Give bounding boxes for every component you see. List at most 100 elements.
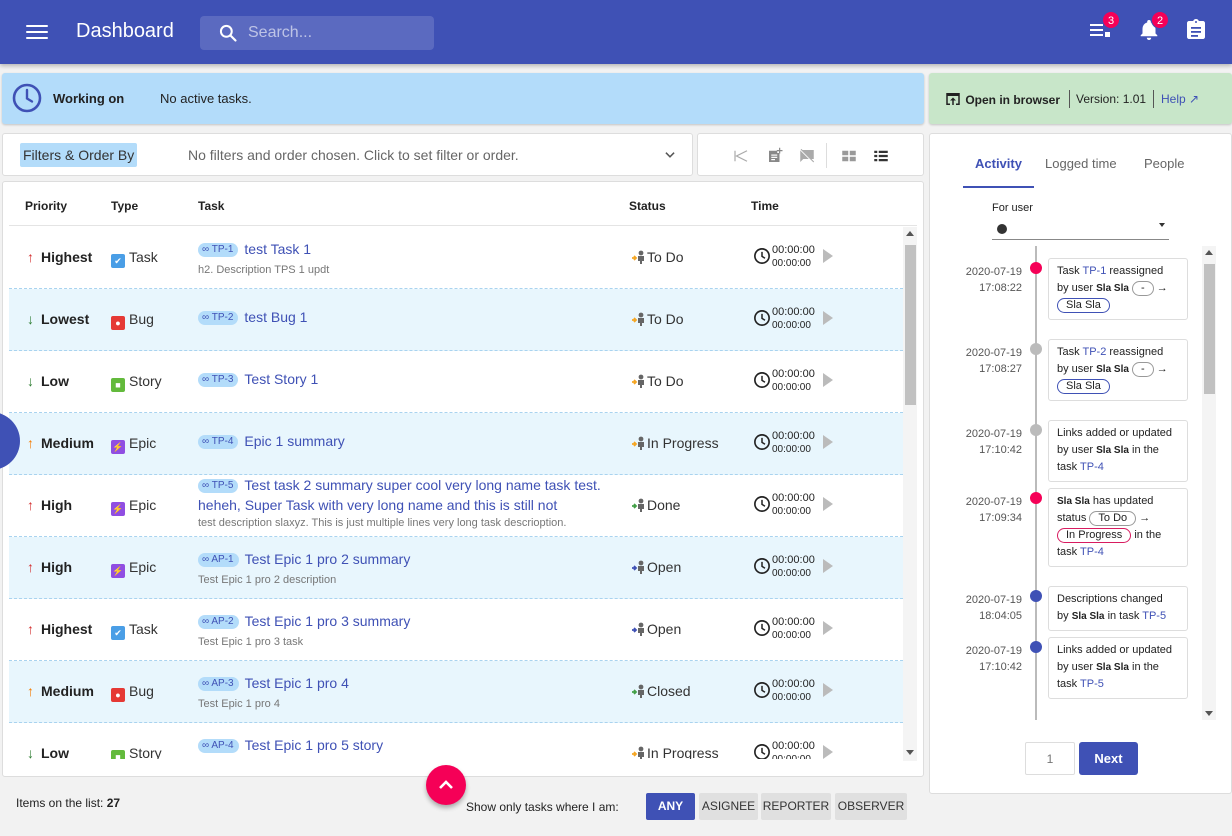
role-filter-reporter[interactable]: REPORTER	[761, 793, 831, 820]
play-icon[interactable]	[823, 435, 833, 449]
task-title[interactable]: test Bug 1	[244, 309, 307, 325]
task-title[interactable]: Test Epic 1 pro 3 summary	[245, 613, 411, 629]
next-page-button[interactable]: Next	[1079, 742, 1138, 775]
task-cell[interactable]: ∞ AP-2 Test Epic 1 pro 3 summary	[198, 611, 608, 631]
time-total: 00:00:00	[772, 740, 815, 752]
table-row[interactable]: ↑ Medium ● Bug ∞ AP-3 Test Epic 1 pro 4 Test E…	[9, 661, 903, 723]
role-filter-any[interactable]: ANY	[646, 793, 695, 820]
activity-scrollbar[interactable]	[1202, 246, 1216, 720]
task-cell[interactable]: ∞ TP-3 Test Story 1	[198, 369, 608, 389]
event-task-link[interactable]: TP-5	[1080, 678, 1104, 690]
scroll-top-button[interactable]	[426, 765, 466, 805]
scroll-up-icon[interactable]	[1205, 250, 1213, 255]
play-icon[interactable]	[823, 621, 833, 635]
play-icon[interactable]	[823, 559, 833, 573]
scrollbar-thumb[interactable]	[1204, 264, 1215, 394]
task-list-scrollbar[interactable]	[903, 227, 917, 761]
search-input[interactable]	[248, 20, 428, 46]
tab-logged-time[interactable]: Logged time	[1045, 156, 1117, 171]
clipboard-button[interactable]	[1184, 18, 1212, 46]
task-cell[interactable]: ∞ AP-4 Test Epic 1 pro 5 story	[198, 735, 608, 755]
task-key-badge[interactable]: ∞ AP-1	[198, 553, 239, 567]
table-row[interactable]: ↑ Medium ⚡ Epic ∞ TP-4 Epic 1 summary In Progr…	[9, 413, 903, 475]
filter-summary[interactable]: No filters and order chosen. Click to se…	[188, 147, 519, 163]
notifications-button[interactable]: 2	[1137, 11, 1169, 46]
grid-view-icon[interactable]	[840, 147, 858, 165]
column-header-time[interactable]: Time	[751, 199, 779, 213]
tab-people[interactable]: People	[1144, 156, 1184, 171]
play-icon[interactable]	[823, 373, 833, 387]
play-icon[interactable]	[823, 497, 833, 511]
timeline-dot	[1030, 590, 1042, 602]
table-row[interactable]: ↑ High ⚡ Epic ∞ TP-5 Test task 2 summary supe…	[9, 475, 903, 537]
task-key-badge[interactable]: ∞ TP-1	[198, 243, 239, 257]
page-number-input[interactable]	[1025, 742, 1075, 775]
task-cell[interactable]: ∞ AP-1 Test Epic 1 pro 2 summary	[198, 549, 608, 569]
task-title[interactable]: Test Story 1	[244, 371, 318, 387]
add-note-icon[interactable]	[766, 147, 784, 165]
task-title[interactable]: Test Epic 1 pro 5 story	[245, 737, 384, 753]
task-title[interactable]: Test Epic 1 pro 4	[245, 675, 349, 691]
event-text: Descriptions changed	[1057, 593, 1163, 605]
for-user-select[interactable]	[992, 220, 1169, 240]
time-total: 00:00:00	[772, 430, 815, 442]
event-task-link[interactable]: TP-1	[1082, 265, 1106, 277]
event-task-link[interactable]: TP-4	[1080, 461, 1104, 473]
play-icon[interactable]	[823, 249, 833, 263]
task-cell[interactable]: ∞ AP-3 Test Epic 1 pro 4	[198, 673, 608, 693]
scrollbar-thumb[interactable]	[905, 245, 916, 405]
table-row[interactable]: ↓ Low ■ Story ∞ AP-4 Test Epic 1 pro 5 storyT…	[9, 723, 903, 759]
search-box[interactable]	[200, 16, 434, 50]
help-link[interactable]: Help ↗	[1161, 92, 1199, 106]
event-task-link[interactable]: TP-4	[1080, 546, 1104, 558]
task-title[interactable]: test Task 1	[244, 241, 311, 257]
task-title[interactable]: Epic 1 summary	[244, 433, 344, 449]
chevron-down-icon[interactable]	[663, 148, 677, 162]
task-key-badge[interactable]: ∞ TP-5	[198, 479, 239, 493]
event-task-link[interactable]: TP-5	[1142, 610, 1166, 622]
scroll-down-icon[interactable]	[906, 750, 914, 755]
table-row[interactable]: ↑ Highest ✔ Task ∞ TP-1 test Task 1 h2. Descri…	[9, 227, 903, 289]
task-key-badge[interactable]: ∞ AP-2	[198, 615, 239, 629]
task-cell[interactable]: ∞ TP-2 test Bug 1	[198, 307, 608, 327]
table-row[interactable]: ↓ Low ■ Story ∞ TP-3 Test Story 1 To Do 00:00:0…	[9, 351, 903, 413]
column-header-priority[interactable]: Priority	[25, 199, 67, 213]
task-cell[interactable]: ∞ TP-5 Test task 2 summary super cool ver…	[198, 475, 608, 515]
menu-icon[interactable]	[26, 22, 48, 42]
event-time: 18:04:05	[979, 610, 1022, 622]
filter-bar[interactable]: Filters & Order By No filters and order …	[2, 133, 693, 176]
filters-order-by-button[interactable]: Filters & Order By	[20, 143, 138, 167]
task-key-badge[interactable]: ∞ TP-2	[198, 311, 239, 325]
play-icon[interactable]	[823, 745, 833, 759]
table-row[interactable]: ↓ Lowest ● Bug ∞ TP-2 test Bug 1 To Do 00:00:00…	[9, 289, 903, 351]
scroll-down-icon[interactable]	[1205, 711, 1213, 716]
open-in-browser-link[interactable]: Open in browser	[944, 90, 1060, 108]
send-icon[interactable]	[732, 147, 750, 165]
table-row[interactable]: ↑ Highest ✔ Task ∞ AP-2 Test Epic 1 pro 3 sum…	[9, 599, 903, 661]
event-task-link[interactable]: TP-2	[1082, 346, 1106, 358]
tab-activity[interactable]: Activity	[975, 156, 1022, 171]
status-label: Closed	[647, 683, 691, 699]
role-filter-observer[interactable]: OBSERVER	[835, 793, 907, 820]
play-icon[interactable]	[823, 311, 833, 325]
comments-disabled-icon[interactable]	[798, 147, 816, 165]
role-filter-asignee[interactable]: ASIGNEE	[699, 793, 758, 820]
list-view-icon[interactable]	[872, 147, 890, 165]
column-header-type[interactable]: Type	[111, 199, 138, 213]
task-title[interactable]: Test Epic 1 pro 2 summary	[245, 551, 411, 567]
activity-event-card: Sla Sla has updated status To Do → In Prog…	[1048, 488, 1188, 567]
column-header-status[interactable]: Status	[629, 199, 666, 213]
scroll-up-icon[interactable]	[906, 231, 914, 236]
play-icon[interactable]	[823, 683, 833, 697]
task-key-badge[interactable]: ∞ AP-4	[198, 739, 239, 753]
task-cell[interactable]: ∞ TP-4 Epic 1 summary	[198, 431, 608, 451]
task-cell[interactable]: ∞ TP-1 test Task 1	[198, 239, 608, 259]
task-title[interactable]: Test task 2 summary super cool very long…	[198, 477, 601, 513]
task-key-badge[interactable]: ∞ TP-4	[198, 435, 239, 449]
column-header-task[interactable]: Task	[198, 199, 224, 213]
task-key-badge[interactable]: ∞ AP-3	[198, 677, 239, 691]
task-list-button[interactable]: 3	[1088, 11, 1120, 46]
status-cell: Open	[631, 621, 681, 637]
table-row[interactable]: ↑ High ⚡ Epic ∞ AP-1 Test Epic 1 pro 2 summar…	[9, 537, 903, 599]
task-key-badge[interactable]: ∞ TP-3	[198, 373, 239, 387]
